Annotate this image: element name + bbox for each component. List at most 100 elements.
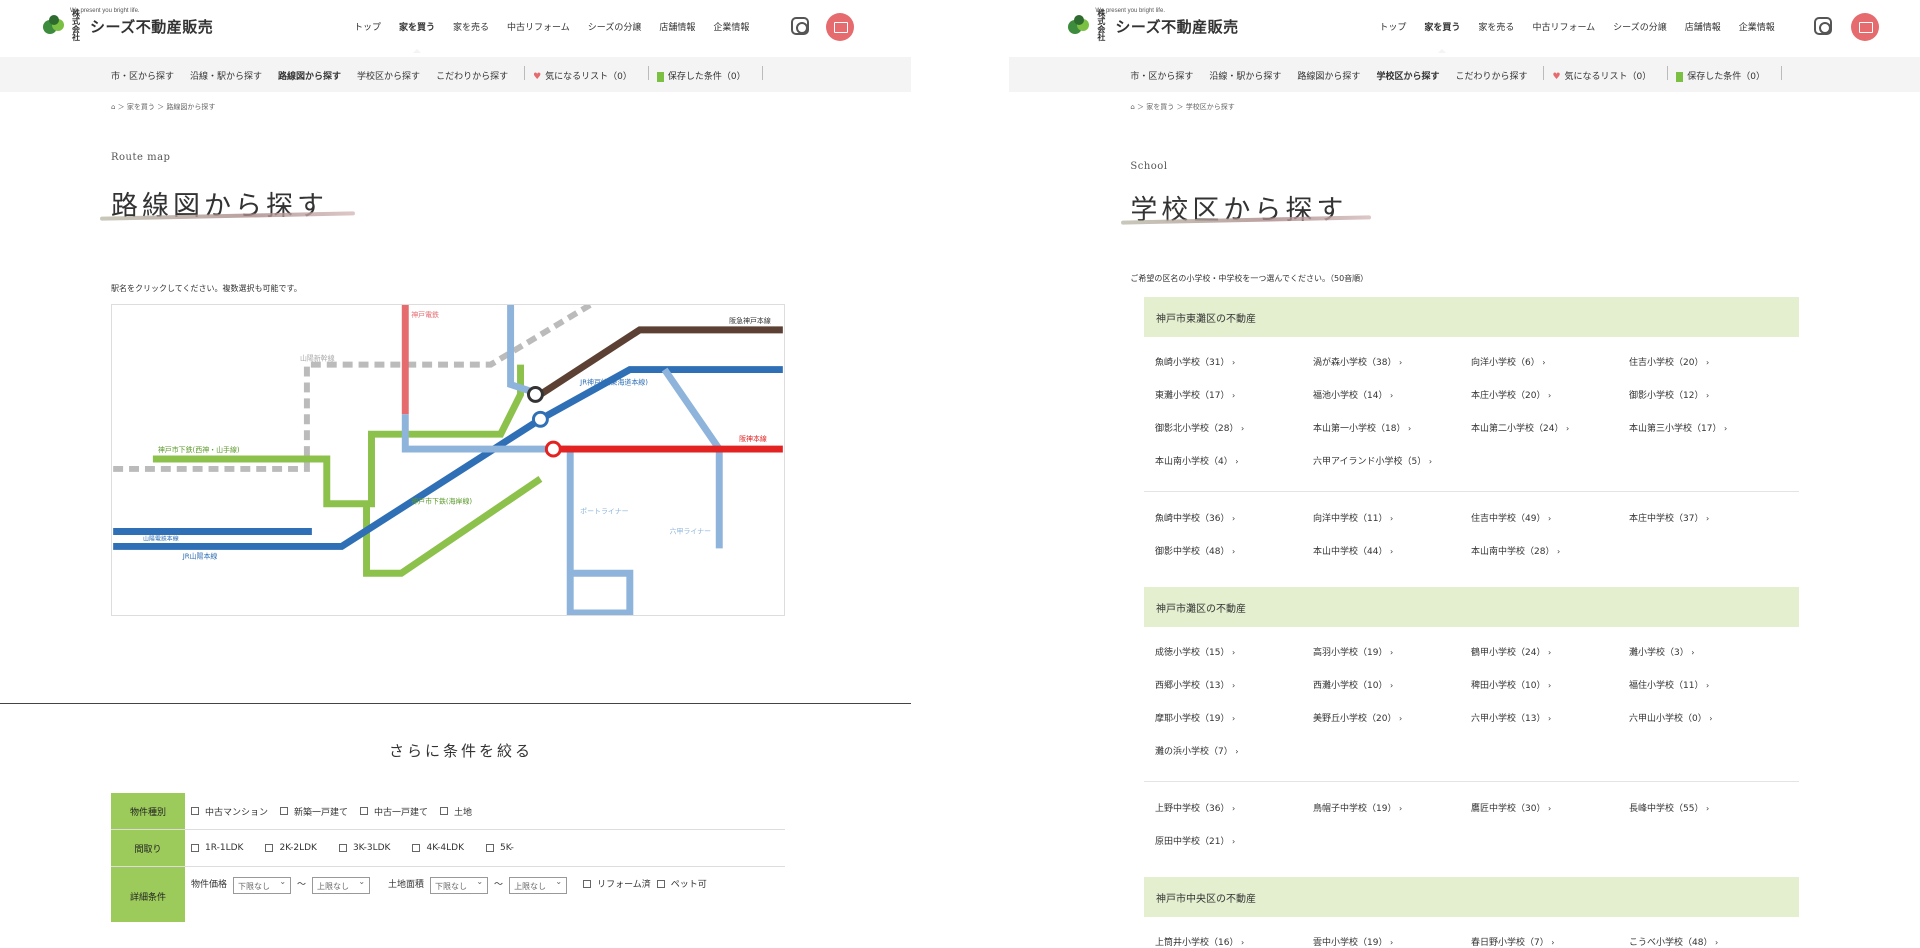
school-link[interactable]: 渦が森小学校（38）: [1313, 355, 1402, 368]
school-link[interactable]: 鶴甲小学校（24）: [1471, 645, 1551, 658]
nav-bunjo[interactable]: シーズの分譲: [579, 20, 651, 33]
school-link[interactable]: 成徳小学校（15）: [1155, 645, 1235, 658]
breadcrumb[interactable]: ⌂ ＞ 家を買う ＞ 路線図から探す: [111, 102, 215, 112]
nav-top[interactable]: トップ: [345, 20, 390, 33]
subnav-line[interactable]: 沿線・駅から探す: [190, 69, 262, 83]
site-logo[interactable]: We present you bright life. 株式会社 シーズ不動産販…: [1065, 8, 1238, 42]
school-link[interactable]: 高羽小学校（19）: [1313, 645, 1393, 658]
school-link[interactable]: 御影小学校（12）: [1629, 388, 1709, 401]
area-min-select[interactable]: 下限なし: [430, 877, 489, 894]
option-2k[interactable]: 2K-2LDK: [265, 843, 317, 853]
subnav-city[interactable]: 市・区から探す: [1130, 69, 1193, 83]
school-link[interactable]: 本山中学校（44）: [1313, 544, 1393, 557]
school-link[interactable]: 美野丘小学校（20）: [1313, 711, 1402, 724]
station-sannomiya-jr[interactable]: [531, 410, 549, 428]
option-4k[interactable]: 4K-4LDK: [412, 843, 464, 853]
school-link[interactable]: こうべ小学校（48）: [1629, 935, 1718, 948]
school-link[interactable]: 魚崎小学校（31）: [1155, 355, 1235, 368]
school-link[interactable]: 本庄中学校（37）: [1629, 511, 1709, 524]
nav-company[interactable]: 企業情報: [1730, 20, 1784, 33]
subnav-school[interactable]: 学校区から探す: [357, 69, 420, 83]
school-link[interactable]: 魚崎中学校（36）: [1155, 511, 1235, 524]
school-link[interactable]: 本庄小学校（20）: [1471, 388, 1551, 401]
subnav-city[interactable]: 市・区から探す: [111, 69, 174, 83]
nav-top[interactable]: トップ: [1370, 20, 1415, 33]
line-kaigan[interactable]: [363, 476, 543, 577]
school-link[interactable]: 上筒井小学校（16）: [1155, 935, 1244, 948]
school-link[interactable]: 御影北小学校（28）: [1155, 421, 1244, 434]
school-link[interactable]: 福住小学校（11）: [1629, 678, 1709, 691]
mail-icon[interactable]: [826, 13, 854, 41]
subnav-preference[interactable]: こだわりから探す: [436, 69, 508, 83]
line-portliner[interactable]: [566, 449, 634, 617]
school-link[interactable]: 稗田小学校（10）: [1471, 678, 1551, 691]
school-link[interactable]: 六甲小学校（13）: [1471, 711, 1551, 724]
site-logo[interactable]: We present you bright life. 株式会社 シーズ不動産販…: [40, 8, 213, 42]
school-link[interactable]: 灘の浜小学校（7）: [1155, 744, 1238, 757]
station-sannomiya-hankyu[interactable]: [526, 385, 544, 403]
price-max-select[interactable]: 上限なし: [312, 877, 371, 894]
school-link[interactable]: 鷹匠中学校（30）: [1471, 801, 1551, 814]
option-reformed[interactable]: リフォーム済: [583, 877, 651, 890]
saved-conditions-link[interactable]: 保存した条件（0）: [656, 69, 746, 83]
school-link[interactable]: 住吉中学校（49）: [1471, 511, 1551, 524]
option-pet[interactable]: ペット可: [656, 877, 707, 890]
school-link[interactable]: 上野中学校（36）: [1155, 801, 1235, 814]
nav-bunjo[interactable]: シーズの分譲: [1604, 20, 1676, 33]
school-link[interactable]: 御影中学校（48）: [1155, 544, 1235, 557]
option-used-house[interactable]: 中古一戸建て: [360, 805, 428, 818]
nav-reform[interactable]: 中古リフォーム: [498, 20, 579, 33]
school-link[interactable]: 西灘小学校（10）: [1313, 678, 1393, 691]
school-link[interactable]: 摩耶小学校（19）: [1155, 711, 1235, 724]
school-link[interactable]: 住吉小学校（20）: [1629, 355, 1709, 368]
school-link[interactable]: 向洋中学校（11）: [1313, 511, 1393, 524]
nav-store[interactable]: 店舗情報: [650, 20, 704, 33]
favorites-link[interactable]: ♥ 気になるリスト（0）: [533, 69, 632, 83]
school-link[interactable]: 本山第一小学校（18）: [1313, 421, 1411, 434]
school-link[interactable]: 東灘小学校（17）: [1155, 388, 1235, 401]
school-link[interactable]: 福池小学校（14）: [1313, 388, 1393, 401]
price-min-select[interactable]: 下限なし: [233, 877, 292, 894]
line-hankyu[interactable]: [538, 326, 783, 398]
subnav-routemap[interactable]: 路線図から探す: [278, 69, 341, 83]
subnav-school[interactable]: 学校区から探す: [1376, 69, 1439, 83]
school-link[interactable]: 向洋小学校（6）: [1471, 355, 1545, 368]
instagram-icon[interactable]: [1814, 17, 1833, 35]
mail-icon[interactable]: [1851, 13, 1880, 41]
school-link[interactable]: 六甲アイランド小学校（5）: [1313, 454, 1432, 467]
favorites-link[interactable]: ♥ 気になるリスト（0）: [1552, 69, 1651, 83]
nav-sell[interactable]: 家を売る: [444, 20, 498, 33]
nav-reform[interactable]: 中古リフォーム: [1523, 20, 1604, 33]
school-link[interactable]: 灘小学校（3）: [1629, 645, 1694, 658]
nav-buy[interactable]: 家を買う: [1415, 20, 1469, 53]
school-link[interactable]: 本山第二小学校（24）: [1471, 421, 1569, 434]
school-link[interactable]: 西郷小学校（13）: [1155, 678, 1235, 691]
option-3k[interactable]: 3K-3LDK: [338, 843, 390, 853]
nav-sell[interactable]: 家を売る: [1469, 20, 1523, 33]
school-link[interactable]: 六甲山小学校（0）: [1629, 711, 1712, 724]
option-new-house[interactable]: 新築一戸建て: [280, 805, 348, 818]
school-link[interactable]: 長峰中学校（55）: [1629, 801, 1709, 814]
school-link[interactable]: 春日野小学校（7）: [1471, 935, 1554, 948]
instagram-icon[interactable]: [791, 17, 809, 35]
nav-buy[interactable]: 家を買う: [390, 20, 444, 53]
saved-conditions-link[interactable]: 保存した条件（0）: [1676, 69, 1765, 83]
school-link[interactable]: 雲中小学校（19）: [1313, 935, 1393, 948]
line-seishin[interactable]: [152, 364, 525, 508]
school-link[interactable]: 鳥帽子中学校（19）: [1313, 801, 1402, 814]
area-max-select[interactable]: 上限なし: [509, 877, 568, 894]
option-5k[interactable]: 5K-: [485, 843, 514, 853]
school-link[interactable]: 本山南小学校（4）: [1155, 454, 1238, 467]
line-rokko-liner[interactable]: [661, 367, 723, 549]
option-1r[interactable]: 1R-1LDK: [191, 843, 243, 853]
school-link[interactable]: 本山第三小学校（17）: [1629, 421, 1727, 434]
nav-company[interactable]: 企業情報: [704, 20, 758, 33]
option-used-mansion[interactable]: 中古マンション: [191, 805, 268, 818]
breadcrumb[interactable]: ⌂ ＞ 家を買う ＞ 学校区から探す: [1130, 102, 1234, 112]
route-map[interactable]: 神戸電鉄 山陽新幹線 神戸市下鉄(西神・山手線) JR山陽本線 山陽電鉄本線 阪…: [111, 302, 785, 617]
school-link[interactable]: 本山南中学校（28）: [1471, 544, 1560, 557]
station-sannomiya-hanshin[interactable]: [544, 440, 562, 458]
school-link[interactable]: 原田中学校（21）: [1155, 834, 1235, 847]
option-land[interactable]: 土地: [440, 805, 472, 818]
subnav-preference[interactable]: こだわりから探す: [1455, 69, 1527, 83]
